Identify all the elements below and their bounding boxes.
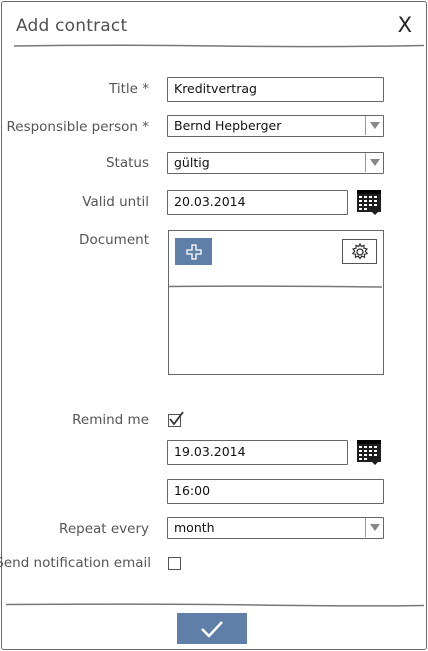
add-contract-dialog: Add contract X Title * Kreditvertrag Res… (0, 1, 427, 650)
remind-time-input[interactable]: 16:00 (167, 479, 384, 504)
document-toolbar-divider (168, 273, 383, 288)
dialog-title: Add contract (16, 16, 128, 36)
remind-me-checkbox[interactable] (168, 411, 184, 427)
document-settings-button[interactable] (342, 239, 377, 264)
responsible-person-label: Responsible person * (6, 119, 149, 135)
checkmark-icon (169, 411, 184, 426)
send-email-label: Send notification email (0, 555, 151, 571)
checkmark-icon (201, 620, 223, 638)
calendar-icon[interactable] (356, 189, 382, 215)
send-email-checkbox[interactable] (168, 557, 181, 570)
add-document-button[interactable] (175, 238, 212, 265)
chevron-down-icon[interactable] (365, 153, 383, 172)
responsible-person-value: Bernd Hepberger (174, 118, 282, 133)
remind-date-input[interactable]: 19.03.2014 (167, 440, 348, 465)
gear-icon (351, 242, 368, 259)
plus-icon (185, 243, 202, 260)
repeat-every-select[interactable]: month (167, 517, 384, 539)
calendar-icon[interactable] (356, 439, 382, 465)
title-label: Title * (109, 81, 149, 97)
chevron-down-icon[interactable] (365, 116, 383, 135)
submit-button[interactable] (177, 613, 247, 644)
title-input[interactable]: Kreditvertrag (167, 77, 384, 102)
valid-until-input[interactable]: 20.03.2014 (167, 190, 348, 215)
responsible-person-select[interactable]: Bernd Hepberger (167, 115, 384, 137)
valid-until-label: Valid until (82, 194, 149, 210)
status-select[interactable]: gültig (167, 152, 384, 174)
close-icon[interactable]: X (398, 12, 412, 38)
remind-me-label: Remind me (72, 412, 149, 428)
status-label: Status (105, 155, 149, 171)
status-value: gültig (174, 155, 210, 170)
document-label: Document (79, 232, 149, 248)
repeat-every-label: Repeat every (59, 521, 149, 537)
footer-divider (6, 603, 424, 607)
document-panel (168, 230, 384, 375)
header-divider (14, 44, 424, 48)
chevron-down-icon[interactable] (365, 518, 383, 537)
repeat-every-value: month (174, 520, 215, 535)
